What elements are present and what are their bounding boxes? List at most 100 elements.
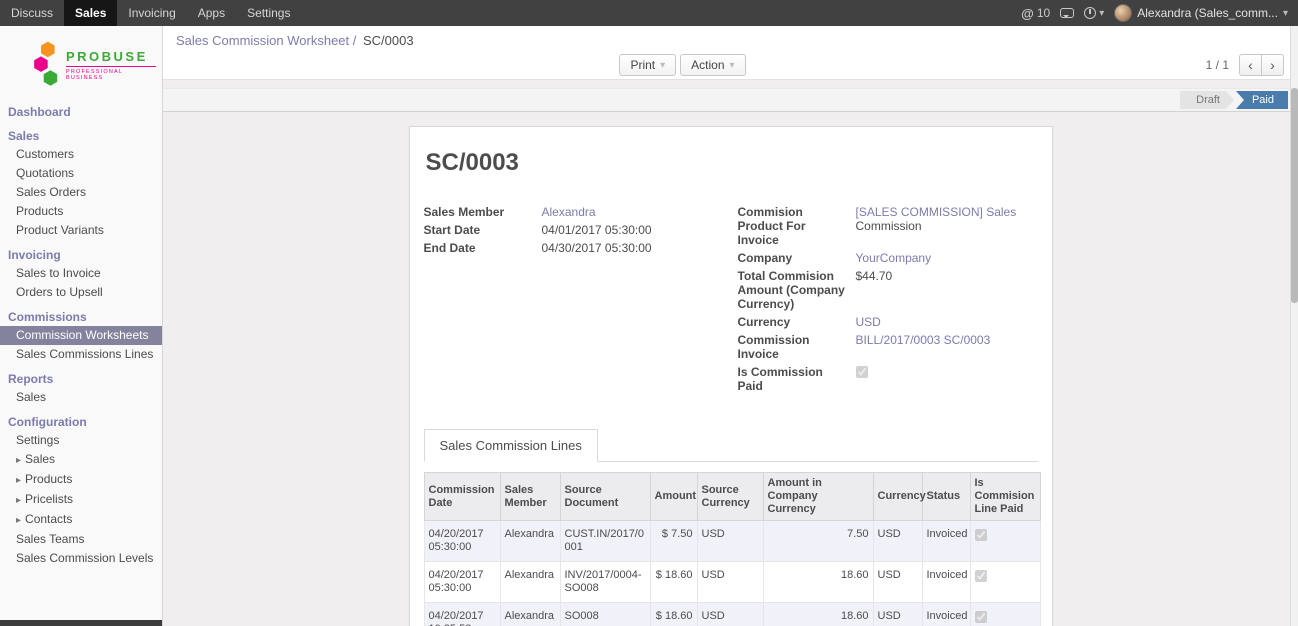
sidebar-item-config-products[interactable]: ▸Products <box>0 470 162 490</box>
sidebar-item-customers[interactable]: Customers <box>0 145 162 164</box>
pager: 1 / 1 ‹ › <box>1206 54 1284 76</box>
status-step-paid[interactable]: Paid <box>1236 91 1288 109</box>
commission-lines-table: Commission Date Sales Member Source Docu… <box>424 472 1041 626</box>
sidebar-header-reports[interactable]: Reports <box>0 369 162 388</box>
caret-down-icon: ▾ <box>660 60 665 71</box>
sidebar-item-settings[interactable]: Settings <box>0 431 162 450</box>
mentions-counter[interactable]: @ 10 <box>1021 6 1050 21</box>
mention-count: 10 <box>1037 6 1050 20</box>
commission-invoice-link[interactable]: BILL/2017/0003 SC/0003 <box>856 333 991 347</box>
col-source-document[interactable]: Source Document <box>560 473 650 521</box>
sidebar-item-products[interactable]: Products <box>0 202 162 221</box>
cell-company-amount: 18.60 <box>763 603 873 626</box>
sidebar-item-config-sales[interactable]: ▸Sales <box>0 450 162 470</box>
company-link[interactable]: YourCompany <box>856 251 932 265</box>
print-button[interactable]: Print ▾ <box>619 54 676 76</box>
col-status[interactable]: Status <box>922 473 970 521</box>
is-commission-paid-label: Is Commission Paid <box>738 365 856 393</box>
caret-down-icon: ▾ <box>1099 8 1104 19</box>
commission-product-rest: Commission <box>856 219 1038 233</box>
sidebar-item-product-variants[interactable]: Product Variants <box>0 221 162 240</box>
total-commission-value: $44.70 <box>856 269 1038 283</box>
form-sheet: SC/0003 Sales Member Alexandra Start Dat… <box>409 126 1053 626</box>
col-source-currency[interactable]: Source Currency <box>697 473 763 521</box>
scrollbar-thumb[interactable] <box>1291 88 1298 303</box>
spacer <box>163 80 1298 88</box>
sidebar-item-sales-teams[interactable]: Sales Teams <box>0 530 162 549</box>
col-is-commission-line-paid[interactable]: Is Commision Line Paid <box>970 473 1040 521</box>
caret-right-icon: ▸ <box>16 455 21 466</box>
sidebar-item-sales-to-invoice[interactable]: Sales to Invoice <box>0 264 162 283</box>
cell-currency: USD <box>873 521 922 562</box>
sidebar-item-sales-commission-levels[interactable]: Sales Commission Levels <box>0 549 162 568</box>
cell-status: Invoiced <box>922 603 970 626</box>
start-date-label: Start Date <box>424 223 542 237</box>
sidebar-item-orders-to-upsell[interactable]: Orders to Upsell <box>0 283 162 302</box>
sales-member-link[interactable]: Alexandra <box>542 205 596 219</box>
pager-next-button[interactable]: › <box>1261 54 1284 76</box>
cell-date: 04/20/2017 10:35:53 <box>424 603 500 626</box>
activities-icon[interactable]: ▾ <box>1084 7 1104 19</box>
topbar-menu-discuss[interactable]: Discuss <box>0 0 64 26</box>
col-amount-company-currency[interactable]: Amount in Company Currency <box>763 473 873 521</box>
caret-right-icon: ▸ <box>16 515 21 526</box>
col-amount[interactable]: Amount <box>650 473 697 521</box>
sidebar-item-dashboard[interactable]: Dashboard <box>0 102 162 121</box>
table-header-row: Commission Date Sales Member Source Docu… <box>424 473 1040 521</box>
start-date-value: 04/01/2017 05:30:00 <box>542 223 724 237</box>
user-menu[interactable]: Alexandra (Sales_comm... ▾ <box>1114 4 1288 22</box>
caret-right-icon: ▸ <box>16 495 21 506</box>
sidebar-header-invoicing[interactable]: Invoicing <box>0 245 162 264</box>
sidebar-item-quotations[interactable]: Quotations <box>0 164 162 183</box>
topbar-menu-invoicing[interactable]: Invoicing <box>117 0 186 26</box>
end-date-value: 04/30/2017 05:30:00 <box>542 241 724 255</box>
topbar-menu-apps[interactable]: Apps <box>187 0 236 26</box>
cell-status: Invoiced <box>922 562 970 603</box>
at-icon: @ <box>1021 6 1034 21</box>
sidebar-item-reports-sales[interactable]: Sales <box>0 388 162 407</box>
end-date-label: End Date <box>424 241 542 255</box>
commission-invoice-label: Commission Invoice <box>738 333 856 361</box>
cell-doc: CUST.IN/2017/0001 <box>560 521 650 562</box>
table-row[interactable]: 04/20/2017 05:30:00 Alexandra INV/2017/0… <box>424 562 1040 603</box>
sidebar: PROBUSE PROFESSIONAL BUSINESS Dashboard … <box>0 26 163 626</box>
sidebar-item-sales-orders[interactable]: Sales Orders <box>0 183 162 202</box>
caret-right-icon: ▸ <box>16 475 21 486</box>
sidebar-item-sales-commissions-lines[interactable]: Sales Commissions Lines <box>0 345 162 364</box>
topbar-menu-sales[interactable]: Sales <box>64 0 117 26</box>
sidebar-item-pricelists[interactable]: ▸ Pricelists <box>0 490 162 510</box>
table-row[interactable]: 04/20/2017 05:30:00 Alexandra CUST.IN/20… <box>424 521 1040 562</box>
window-edge <box>0 620 162 626</box>
topbar: Discuss Sales Invoicing Apps Settings @ … <box>0 0 1298 26</box>
table-row[interactable]: 04/20/2017 10:35:53 Alexandra SO008 $ 18… <box>424 603 1040 626</box>
scrollbar[interactable] <box>1290 26 1298 626</box>
sidebar-item-commission-worksheets[interactable]: Commission Worksheets <box>0 326 162 345</box>
line-paid-checkbox <box>975 611 987 623</box>
action-button[interactable]: Action ▾ <box>680 54 745 76</box>
topbar-menu-settings[interactable]: Settings <box>236 0 301 26</box>
cell-amount: $ 18.60 <box>650 603 697 626</box>
commission-product-link[interactable]: [SALES COMMISSION] Sales <box>856 205 1017 219</box>
sidebar-header-commissions[interactable]: Commissions <box>0 307 162 326</box>
messages-icon[interactable] <box>1060 8 1074 18</box>
field-group-left: Sales Member Alexandra Start Date 04/01/… <box>424 203 724 395</box>
sales-member-label: Sales Member <box>424 205 542 219</box>
currency-link[interactable]: USD <box>856 315 881 329</box>
col-commission-date[interactable]: Commission Date <box>424 473 500 521</box>
breadcrumb-parent-link[interactable]: Sales Commission Worksheet / <box>176 33 356 48</box>
user-name: Alexandra (Sales_comm... <box>1137 6 1278 20</box>
cell-amount: $ 18.60 <box>650 562 697 603</box>
caret-down-icon: ▾ <box>1283 8 1288 19</box>
sidebar-item-label: Pricelists <box>25 492 73 506</box>
sidebar-header-configuration[interactable]: Configuration <box>0 412 162 431</box>
sidebar-header-sales[interactable]: Sales <box>0 126 162 145</box>
field-group-right: Commision Product For Invoice [SALES COM… <box>738 203 1038 395</box>
sidebar-item-contacts[interactable]: ▸Contacts <box>0 510 162 530</box>
tab-sales-commission-lines[interactable]: Sales Commission Lines <box>424 429 598 462</box>
pager-previous-button[interactable]: ‹ <box>1239 54 1262 76</box>
col-currency[interactable]: Currency <box>873 473 922 521</box>
col-sales-member[interactable]: Sales Member <box>500 473 560 521</box>
status-step-draft[interactable]: Draft <box>1180 91 1234 109</box>
cell-currency: USD <box>873 603 922 626</box>
cell-doc: SO008 <box>560 603 650 626</box>
